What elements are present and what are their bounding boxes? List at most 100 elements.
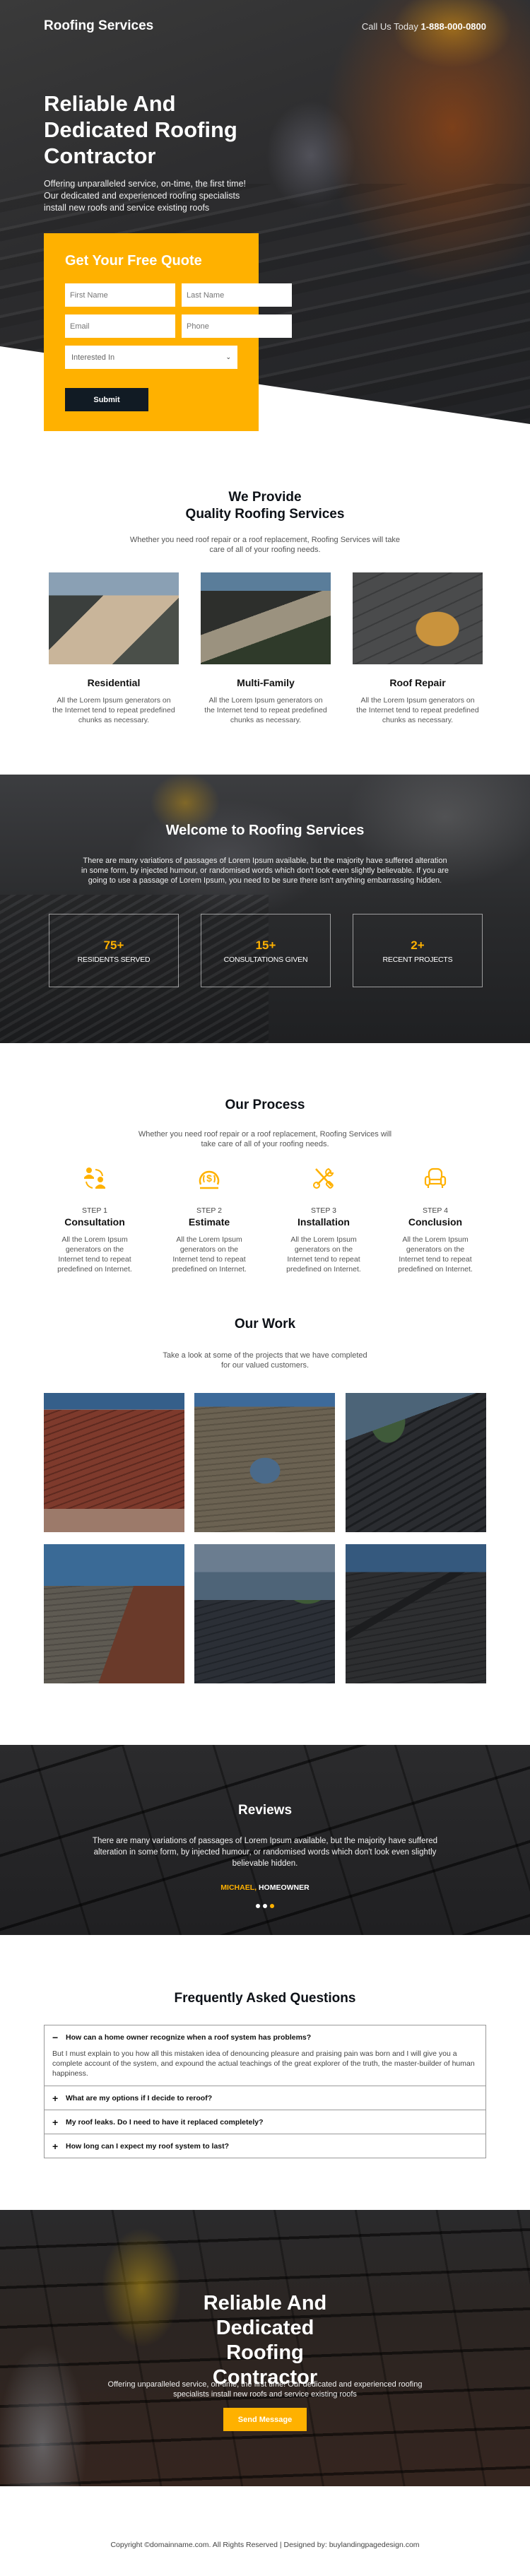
cta-section: Reliable And Dedicated Roofing Contracto… xyxy=(0,2210,530,2486)
gallery-image-lakeside-roof[interactable] xyxy=(194,1544,335,1683)
service-text: All the Lorem Ipsum generators on the In… xyxy=(52,696,175,724)
step-title: Conclusion xyxy=(408,1216,463,1228)
service-title: Roof Repair xyxy=(389,677,446,688)
faq-question[interactable]: − How can a home owner recognize when a … xyxy=(45,2025,485,2049)
process-step: STEP 3 Installation All the Lorem Ipsum … xyxy=(271,1166,377,1274)
step-title: Estimate xyxy=(188,1216,230,1228)
house-photo xyxy=(49,572,179,664)
carousel-dot-active[interactable] xyxy=(270,1904,274,1908)
plus-icon: + xyxy=(52,2140,59,2152)
stat-label: CONSULTATIONS GIVEN xyxy=(223,955,308,964)
step-text: All the Lorem Ipsum generators on the In… xyxy=(398,1235,473,1274)
review-text: There are many variations of passages of… xyxy=(92,1837,438,1868)
stat-label: RESIDENTS SERVED xyxy=(77,955,151,964)
welcome-section: Welcome to Roofing Services There are ma… xyxy=(0,775,530,1043)
consultation-icon xyxy=(84,1168,105,1189)
stat-value: 15+ xyxy=(255,939,276,952)
stat-value: 2+ xyxy=(411,939,425,952)
faq-question[interactable]: + How long can I expect my roof system t… xyxy=(45,2134,485,2158)
services-subtitle: Whether you need roof repair or a roof r… xyxy=(129,536,401,554)
send-message-button[interactable]: Send Message xyxy=(223,2408,307,2431)
services-title-line1: We Provide xyxy=(228,490,302,505)
service-title: Multi-Family xyxy=(237,677,295,688)
step-title: Installation xyxy=(298,1216,350,1228)
carousel-dot[interactable] xyxy=(256,1904,260,1908)
cta-title-text: Reliable And Dedicated Roofing Contracto… xyxy=(203,2292,327,2389)
step-text: All the Lorem Ipsum generators on the In… xyxy=(286,1235,361,1274)
services-title-line2: Quality Roofing Services xyxy=(185,507,345,522)
service-card: Residential All the Lorem Ipsum generato… xyxy=(49,572,179,725)
faq-question[interactable]: + What are my options if I decide to rer… xyxy=(45,2086,485,2110)
email-input[interactable] xyxy=(65,314,175,338)
interested-in-value: Interested In xyxy=(71,353,115,362)
process-step: STEP 1 Consultation All the Lorem Ipsum … xyxy=(42,1166,148,1274)
services-title: We Provide Quality Roofing Services xyxy=(0,489,530,523)
process-step: $ STEP 2 Estimate All the Lorem Ipsum ge… xyxy=(156,1166,262,1274)
quote-form-title: Get Your Free Quote xyxy=(65,253,202,269)
gallery-image-dark-shingle-roof[interactable] xyxy=(346,1544,486,1683)
stat-value: 75+ xyxy=(103,939,124,952)
stat-card: 75+ RESIDENTS SERVED xyxy=(49,914,179,987)
carousel-dots xyxy=(0,1904,530,1908)
service-card: Multi-Family All the Lorem Ipsum generat… xyxy=(201,572,331,725)
faq-question[interactable]: + My roof leaks. Do I need to have it re… xyxy=(45,2110,485,2134)
reviewer: MICHAEL, HOMEOWNER xyxy=(0,1883,530,1892)
last-name-input[interactable] xyxy=(182,283,292,307)
chevron-down-icon: ⌄ xyxy=(225,353,231,360)
welcome-text: There are many variations of passages of… xyxy=(81,857,449,885)
dollar-estimate-icon: $ xyxy=(199,1170,220,1189)
faq-item: + My roof leaks. Do I need to have it re… xyxy=(45,2110,485,2134)
step-title: Consultation xyxy=(64,1216,125,1228)
process-subtitle: Whether you need roof repair or a roof r… xyxy=(138,1130,392,1148)
gallery-image-red-tile-roof[interactable] xyxy=(44,1393,184,1532)
reviewer-name: MICHAEL, xyxy=(220,1883,257,1892)
phone-input[interactable] xyxy=(182,314,292,338)
gallery-image-brick-gable-roof[interactable] xyxy=(44,1544,184,1683)
brand-logo[interactable]: Roofing Services xyxy=(44,18,153,34)
cta-title: Reliable And Dedicated Roofing Contracto… xyxy=(0,2291,530,2390)
faq-question-text: What are my options if I decide to reroo… xyxy=(66,2093,213,2102)
carousel-dot[interactable] xyxy=(263,1904,267,1908)
svg-text:$: $ xyxy=(206,1172,212,1184)
phone-label: Call Us Today xyxy=(361,21,418,32)
service-card: Roof Repair All the Lorem Ipsum generato… xyxy=(353,572,483,725)
faq-accordion: − How can a home owner recognize when a … xyxy=(44,2025,486,2158)
faq-item: + What are my options if I decide to rer… xyxy=(45,2086,485,2110)
service-text: All the Lorem Ipsum generators on the In… xyxy=(204,696,327,724)
submit-button[interactable]: Submit xyxy=(65,388,148,411)
first-name-input[interactable] xyxy=(65,283,175,307)
work-subtitle: Take a look at some of the projects that… xyxy=(163,1351,367,1370)
service-text: All the Lorem Ipsum generators on the In… xyxy=(356,696,479,724)
armchair-icon xyxy=(424,1168,447,1188)
landing-page: Roofing Services Call Us Today 1-888-000… xyxy=(0,0,530,2576)
stat-card: 2+ RECENT PROJECTS xyxy=(353,914,483,987)
hero-title: Reliable And Dedicated Roofing Contracto… xyxy=(44,91,237,168)
header-phone[interactable]: Call Us Today 1-888-000-0800 xyxy=(362,21,486,32)
faq-question-text: How can a home owner recognize when a ro… xyxy=(66,2033,312,2042)
step-number: STEP 4 xyxy=(423,1206,448,1215)
gallery-image-dark-tile-roof[interactable] xyxy=(346,1393,486,1532)
plus-icon: + xyxy=(52,2092,59,2104)
step-number: STEP 3 xyxy=(311,1206,336,1215)
reviews-section: Reviews There are many variations of pas… xyxy=(0,1745,530,1935)
step-number: STEP 1 xyxy=(82,1206,107,1215)
minus-icon: − xyxy=(52,2031,59,2043)
gloves-hammer-photo xyxy=(353,572,483,664)
faq-item: − How can a home owner recognize when a … xyxy=(45,2025,485,2086)
phone-number[interactable]: 1-888-000-0800 xyxy=(420,21,486,32)
plus-icon: + xyxy=(52,2116,59,2128)
service-title: Residential xyxy=(87,677,141,688)
quote-form: Get Your Free Quote Interested In ⌄ Subm… xyxy=(44,233,292,431)
gallery-image-shingle-dormer-roof[interactable] xyxy=(194,1393,335,1532)
step-number: STEP 2 xyxy=(196,1206,222,1215)
interested-in-select[interactable]: Interested In ⌄ xyxy=(65,346,237,369)
work-title: Our Work xyxy=(234,1317,296,1331)
cta-subtitle: Offering unparalleled service, on-time, … xyxy=(107,2380,423,2399)
step-text: All the Lorem Ipsum generators on the In… xyxy=(57,1235,132,1274)
step-text: All the Lorem Ipsum generators on the In… xyxy=(172,1235,247,1274)
hero-subtitle: Offering unparalleled service, on-time, … xyxy=(44,179,247,213)
faq-question-text: How long can I expect my roof system to … xyxy=(66,2141,230,2151)
stat-label: RECENT PROJECTS xyxy=(382,955,453,964)
multi-family-photo xyxy=(201,572,331,664)
reviews-title: Reviews xyxy=(237,1803,293,1818)
